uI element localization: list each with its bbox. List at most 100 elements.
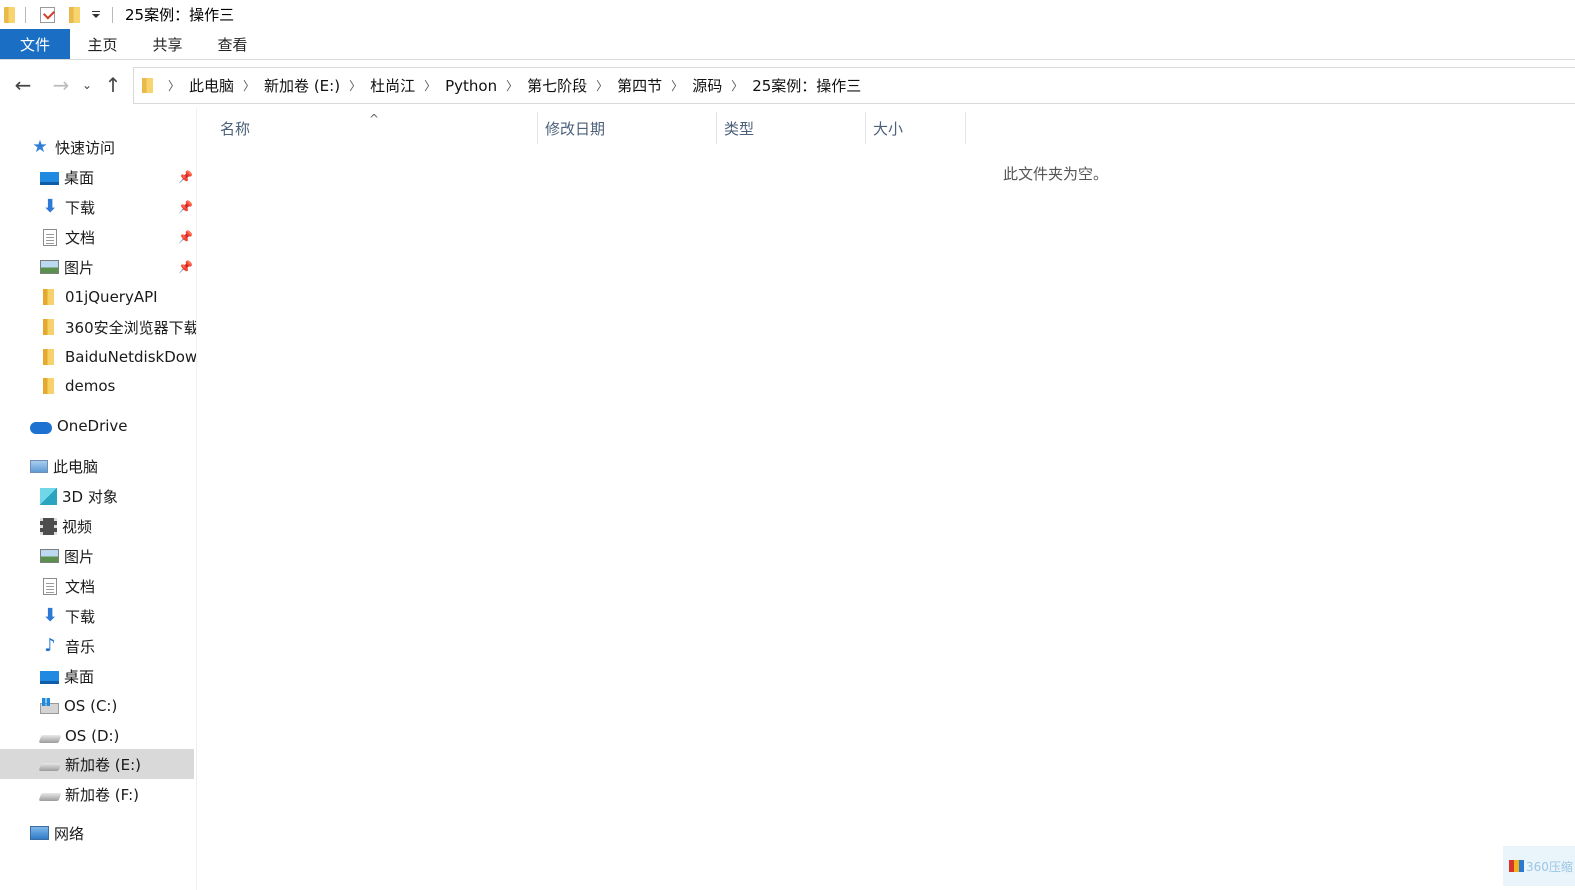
column-header-date-modified[interactable]: 修改日期 xyxy=(537,112,716,144)
sidebar-item-onedrive[interactable]: OneDrive xyxy=(0,411,196,441)
navigation-bar: ← → ⌄ ↑ 〉 此电脑 〉 新加卷 (E:) 〉 杜尚江 〉 Python … xyxy=(0,64,1575,106)
sidebar-item-this-pc[interactable]: 此电脑 xyxy=(0,451,196,481)
sidebar-item-pictures[interactable]: 图片 📌 xyxy=(0,252,196,282)
computer-icon xyxy=(30,459,48,473)
tab-view[interactable]: 查看 xyxy=(200,29,265,59)
chevron-right-icon[interactable]: 〉 xyxy=(349,77,361,94)
column-label: 类型 xyxy=(724,119,755,138)
sidebar-item-label: 01jQueryAPI xyxy=(65,288,158,306)
sidebar-item-desktop[interactable]: 桌面 📌 xyxy=(0,162,196,192)
sidebar-item-drive-f[interactable]: 新加卷 (F:) xyxy=(0,779,196,809)
sidebar-item-label: 桌面 xyxy=(64,168,95,187)
sidebar-item-drive-e[interactable]: 新加卷 (E:) xyxy=(0,749,194,779)
column-header-size[interactable]: 大小 xyxy=(865,112,965,144)
sort-ascending-icon: ^ xyxy=(369,112,380,126)
sidebar-item-desktop[interactable]: 桌面 xyxy=(0,661,196,691)
folder-icon xyxy=(43,349,54,365)
chevron-right-icon[interactable]: 〉 xyxy=(671,77,683,94)
breadcrumb-folder[interactable]: 第七阶段 xyxy=(527,75,587,96)
drive-icon xyxy=(38,763,62,771)
sidebar-item-drive-c[interactable]: OS (C:) xyxy=(0,691,196,721)
sidebar-item-videos[interactable]: 视频 xyxy=(0,511,196,541)
download-icon: ⬇ xyxy=(42,196,58,217)
sidebar-item-label: 文档 xyxy=(65,577,96,596)
properties-check-icon[interactable] xyxy=(40,6,55,23)
address-bar[interactable]: 〉 此电脑 〉 新加卷 (E:) 〉 杜尚江 〉 Python 〉 第七阶段 〉… xyxy=(133,67,1575,104)
sidebar-item-label: OneDrive xyxy=(57,417,128,435)
column-label: 名称 xyxy=(220,119,251,138)
pin-icon[interactable]: 📌 xyxy=(178,260,193,274)
chevron-right-icon[interactable]: 〉 xyxy=(596,77,608,94)
pin-icon[interactable]: 📌 xyxy=(178,230,193,244)
tab-share[interactable]: 共享 xyxy=(135,29,200,59)
sidebar-item-folder[interactable]: 01jQueryAPI xyxy=(0,282,196,312)
tab-file[interactable]: 文件 xyxy=(0,29,70,59)
pin-icon[interactable]: 📌 xyxy=(178,170,193,184)
sidebar-item-label: demos xyxy=(65,377,116,395)
breadcrumb-drive-e[interactable]: 新加卷 (E:) xyxy=(264,75,340,96)
sidebar-item-label: 视频 xyxy=(62,517,93,536)
folder-icon xyxy=(142,78,153,93)
column-divider[interactable] xyxy=(965,112,966,144)
breadcrumb-folder[interactable]: 杜尚江 xyxy=(370,75,415,96)
chevron-right-icon[interactable]: 〉 xyxy=(731,77,743,94)
window-title: 25案例：操作三 xyxy=(125,6,235,24)
folder-icon xyxy=(43,378,54,394)
breadcrumb-folder[interactable]: Python xyxy=(445,77,497,95)
sidebar-item-music[interactable]: ♪ 音乐 xyxy=(0,631,196,661)
forward-button[interactable]: → xyxy=(46,70,76,100)
document-icon xyxy=(43,228,57,246)
video-icon xyxy=(40,517,57,535)
sidebar-item-folder[interactable]: 360安全浏览器下载 xyxy=(0,312,196,342)
sidebar-item-downloads[interactable]: ⬇ 下载 📌 xyxy=(0,192,196,222)
drive-icon xyxy=(38,793,62,801)
network-icon xyxy=(30,826,49,840)
sidebar-item-label: 3D 对象 xyxy=(62,487,118,506)
compression-tray-button[interactable]: 360压缩 xyxy=(1503,846,1575,886)
title-bar: 25案例：操作三 xyxy=(0,0,1575,29)
archive-icon xyxy=(1509,860,1524,872)
sidebar-item-documents[interactable]: 文档 📌 xyxy=(0,222,196,252)
pin-icon[interactable]: 📌 xyxy=(178,200,193,214)
empty-folder-message: 此文件夹为空。 xyxy=(1003,165,1109,183)
column-label: 修改日期 xyxy=(545,119,606,138)
sidebar-item-documents[interactable]: 文档 xyxy=(0,571,196,601)
breadcrumb-current[interactable]: 25案例：操作三 xyxy=(752,75,861,96)
recent-locations-dropdown[interactable]: ⌄ xyxy=(76,70,98,100)
back-button[interactable]: ← xyxy=(8,70,38,100)
sidebar-item-label: 下载 xyxy=(65,198,96,217)
customize-toolbar-dropdown-icon[interactable] xyxy=(90,9,102,21)
download-icon: ⬇ xyxy=(42,605,58,626)
sidebar-item-pictures[interactable]: 图片 xyxy=(0,541,196,571)
chevron-right-icon[interactable]: 〉 xyxy=(506,77,518,94)
sidebar-item-3d-objects[interactable]: 3D 对象 xyxy=(0,481,196,511)
sidebar-item-drive-d[interactable]: OS (D:) xyxy=(0,721,196,751)
sidebar-item-label: OS (D:) xyxy=(65,727,120,745)
sidebar-item-folder[interactable]: BaiduNetdiskDow xyxy=(0,342,196,372)
desktop-icon xyxy=(40,670,59,684)
sidebar-item-label: 音乐 xyxy=(65,637,96,656)
sidebar-item-label: 桌面 xyxy=(64,667,95,686)
sidebar-item-downloads[interactable]: ⬇ 下载 xyxy=(0,601,196,631)
breadcrumb-folder[interactable]: 第四节 xyxy=(617,75,662,96)
sidebar-item-label: 此电脑 xyxy=(53,457,99,476)
sidebar-item-quick-access[interactable]: ★ 快速访问 xyxy=(0,132,196,162)
sidebar-item-folder[interactable]: demos xyxy=(0,371,196,401)
column-header-type[interactable]: 类型 xyxy=(716,112,865,144)
folder-icon xyxy=(43,319,54,335)
sidebar-item-network[interactable]: 网络 xyxy=(0,818,196,848)
3d-objects-icon xyxy=(40,487,57,505)
sidebar-item-label: 文档 xyxy=(65,228,96,247)
chevron-right-icon[interactable]: 〉 xyxy=(243,77,255,94)
new-folder-icon[interactable] xyxy=(69,6,80,23)
separator xyxy=(112,6,113,23)
pane-divider[interactable] xyxy=(196,108,197,890)
tab-home[interactable]: 主页 xyxy=(70,29,135,59)
breadcrumb-folder[interactable]: 源码 xyxy=(692,75,722,96)
sidebar-item-label: 新加卷 (E:) xyxy=(65,755,142,774)
breadcrumb-this-pc[interactable]: 此电脑 xyxy=(189,75,234,96)
up-button[interactable]: ↑ xyxy=(98,70,128,100)
desktop-icon xyxy=(40,171,59,185)
chevron-right-icon[interactable]: 〉 xyxy=(168,77,180,94)
chevron-right-icon[interactable]: 〉 xyxy=(424,77,436,94)
